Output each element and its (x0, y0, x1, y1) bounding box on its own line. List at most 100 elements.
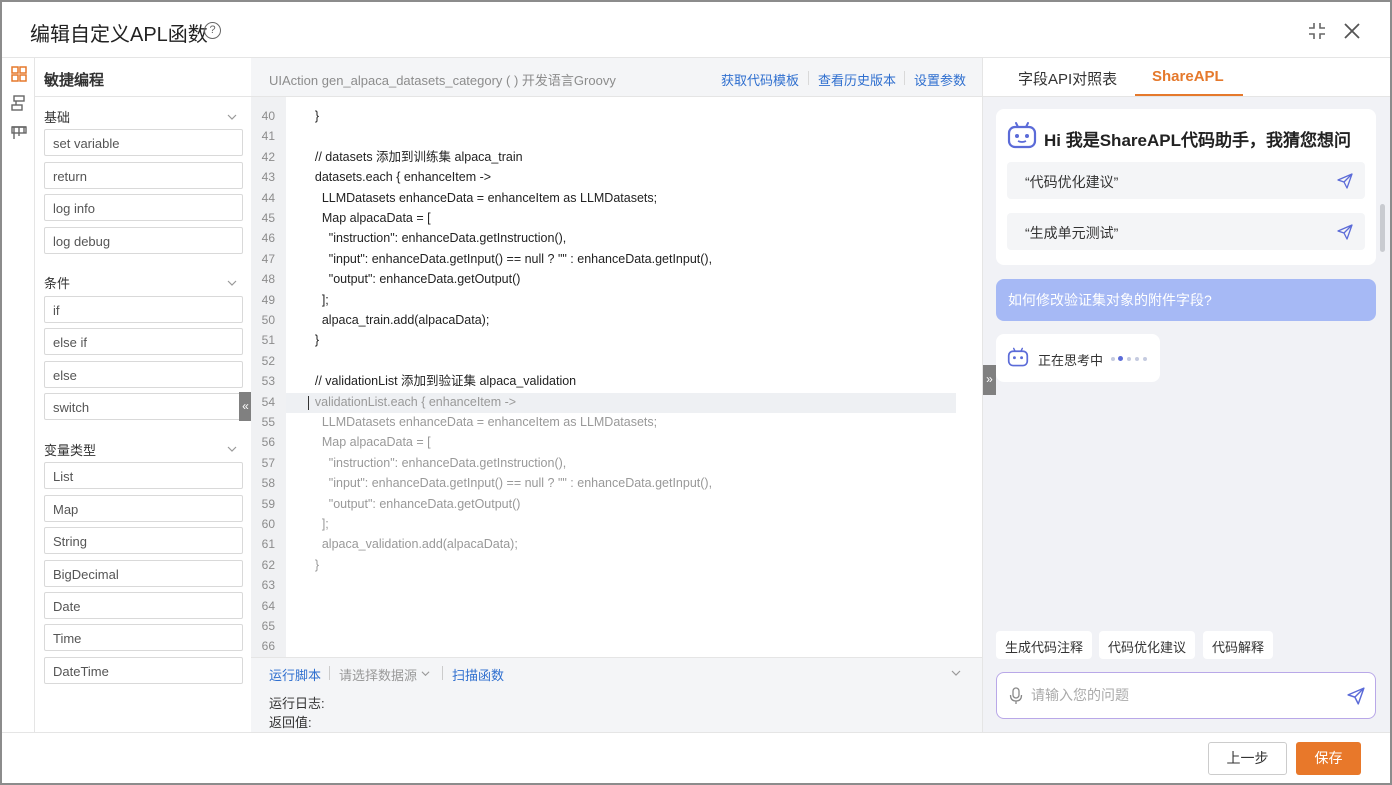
code-line[interactable]: "instruction": enhanceData.getInstructio… (301, 453, 566, 473)
run-panel-divider (442, 666, 443, 680)
save-button[interactable]: 保存 (1296, 742, 1361, 775)
thinking-bubble: 正在思考中 (996, 334, 1160, 382)
code-line[interactable]: LLMDatasets enhanceData = enhanceItem as… (301, 188, 657, 208)
section-variable-type-title[interactable]: 变量类型 (44, 440, 96, 459)
close-icon[interactable] (1342, 21, 1362, 41)
code-line[interactable]: alpaca_train.add(alpacaData); (301, 310, 489, 330)
line-number: 57 (261, 456, 275, 470)
code-line[interactable]: } (301, 106, 319, 126)
code-line[interactable]: "output": enhanceData.getOutput() (301, 269, 521, 289)
datasource-select[interactable]: 请选择数据源 (339, 665, 417, 684)
assistant-tabs: 字段API对照表 ShareAPL (983, 58, 1390, 97)
code-line[interactable]: validationList.each { enhanceItem -> (301, 392, 516, 412)
line-number: 59 (261, 497, 275, 511)
palette-item-time[interactable]: Time (44, 624, 243, 651)
set-params-link[interactable]: 设置参数 (914, 70, 966, 89)
chevron-down-icon[interactable] (227, 444, 237, 454)
chevron-down-icon[interactable] (951, 668, 961, 678)
line-number: 42 (261, 150, 275, 164)
send-icon[interactable] (1347, 687, 1365, 705)
palette-item-list[interactable]: List (44, 462, 243, 489)
code-line[interactable]: alpaca_validation.add(alpacaData); (301, 534, 518, 554)
send-icon[interactable] (1337, 224, 1353, 240)
chevron-down-icon[interactable] (421, 669, 430, 678)
line-number: 47 (261, 252, 275, 266)
palette-item-else-if[interactable]: else if (44, 328, 243, 355)
palette-item-log-debug[interactable]: log debug (44, 227, 243, 254)
code-line[interactable]: "output": enhanceData.getOutput() (301, 494, 521, 514)
chevron-down-icon[interactable] (227, 112, 237, 122)
robot-icon (1007, 122, 1037, 149)
code-line[interactable]: datasets.each { enhanceItem -> (301, 167, 491, 187)
line-number: 64 (261, 599, 275, 613)
palette-item-bigdecimal[interactable]: BigDecimal (44, 560, 243, 587)
board-icon[interactable] (10, 124, 28, 142)
previous-step-button[interactable]: 上一步 (1208, 742, 1287, 775)
palette-item-date[interactable]: Date (44, 592, 243, 619)
line-number: 51 (261, 333, 275, 347)
section-condition-title[interactable]: 条件 (44, 273, 70, 292)
code-line[interactable]: ]; (301, 290, 329, 310)
palette-item-switch[interactable]: switch (44, 393, 243, 420)
tab-field-api-table[interactable]: 字段API对照表 (1018, 68, 1117, 89)
get-code-template-link[interactable]: 获取代码模板 (721, 70, 799, 89)
run-panel-divider (329, 666, 330, 680)
palette-item-datetime[interactable]: DateTime (44, 657, 243, 684)
dialog-footer: 上一步 保存 (2, 732, 1390, 783)
help-icon[interactable]: ? (204, 22, 221, 39)
code-line[interactable]: ]; (301, 514, 329, 534)
send-icon[interactable] (1337, 173, 1353, 189)
line-number: 58 (261, 476, 275, 490)
line-number: 54 (261, 395, 275, 409)
assistant-panel: 字段API对照表 ShareAPL » Hi 我是ShareAPL代码助手，我猜… (982, 58, 1390, 732)
palette-item-set-variable[interactable]: set variable (44, 129, 243, 156)
chevron-down-icon[interactable] (227, 278, 237, 288)
code-line[interactable]: // validationList 添加到验证集 alpaca_validati… (301, 371, 576, 391)
collapse-icon[interactable] (1307, 21, 1327, 41)
palette-item-log-info[interactable]: log info (44, 194, 243, 221)
line-number: 48 (261, 272, 275, 286)
code-area[interactable]: 40 } 41 42 // datasets 添加到训练集 alpaca_train… (251, 97, 982, 657)
chat-question-input[interactable] (1031, 685, 1331, 705)
loading-dot (1143, 357, 1147, 361)
active-tab-underline (1135, 94, 1243, 96)
grid-icon[interactable] (10, 65, 28, 83)
palette-item-return[interactable]: return (44, 162, 243, 189)
palette-item-string[interactable]: String (44, 527, 243, 554)
section-basic-title[interactable]: 基础 (44, 107, 70, 126)
code-line[interactable]: Map alpacaData = [ (301, 208, 431, 228)
thinking-text: 正在思考中 (1038, 353, 1104, 368)
line-number: 62 (261, 558, 275, 572)
tree-icon[interactable] (10, 94, 28, 112)
microphone-icon[interactable] (1009, 687, 1023, 705)
code-line[interactable]: LLMDatasets enhanceData = enhanceItem as… (301, 412, 657, 432)
chip-code-explain[interactable]: 代码解释 (1203, 631, 1274, 659)
suggestion-unit-test[interactable]: “生成单元测试” (1007, 213, 1365, 250)
code-line[interactable]: Map alpacaData = [ (301, 432, 431, 452)
palette-item-map[interactable]: Map (44, 495, 243, 522)
code-line[interactable]: "input": enhanceData.getInput() == null … (301, 249, 712, 269)
line-number: 40 (261, 109, 275, 123)
run-script-button[interactable]: 运行脚本 (269, 665, 321, 684)
suggestion-code-optimize[interactable]: “代码优化建议” (1007, 162, 1365, 199)
code-line[interactable]: "instruction": enhanceData.getInstructio… (301, 228, 566, 248)
line-number: 55 (261, 415, 275, 429)
chat-scrollbar[interactable] (1380, 204, 1385, 252)
view-history-link[interactable]: 查看历史版本 (818, 70, 896, 89)
loading-dot (1111, 357, 1115, 361)
line-number: 41 (261, 129, 275, 143)
code-line[interactable]: } (301, 330, 319, 350)
palette-title: 敏捷编程 (35, 58, 251, 97)
code-line[interactable]: "input": enhanceData.getInput() == null … (301, 473, 712, 493)
code-line[interactable]: // datasets 添加到训练集 alpaca_train (301, 147, 523, 167)
line-number: 66 (261, 639, 275, 653)
scan-function-button[interactable]: 扫描函数 (452, 665, 504, 684)
tab-shareapl[interactable]: ShareAPL (1152, 68, 1224, 85)
code-line[interactable]: } (301, 555, 319, 575)
chip-code-optimize[interactable]: 代码优化建议 (1099, 631, 1196, 659)
line-number: 43 (261, 170, 275, 184)
palette-item-if[interactable]: if (44, 296, 243, 323)
chip-generate-comments[interactable]: 生成代码注释 (996, 631, 1093, 659)
expand-panel-button[interactable]: » (983, 365, 996, 395)
palette-item-else[interactable]: else (44, 361, 243, 388)
